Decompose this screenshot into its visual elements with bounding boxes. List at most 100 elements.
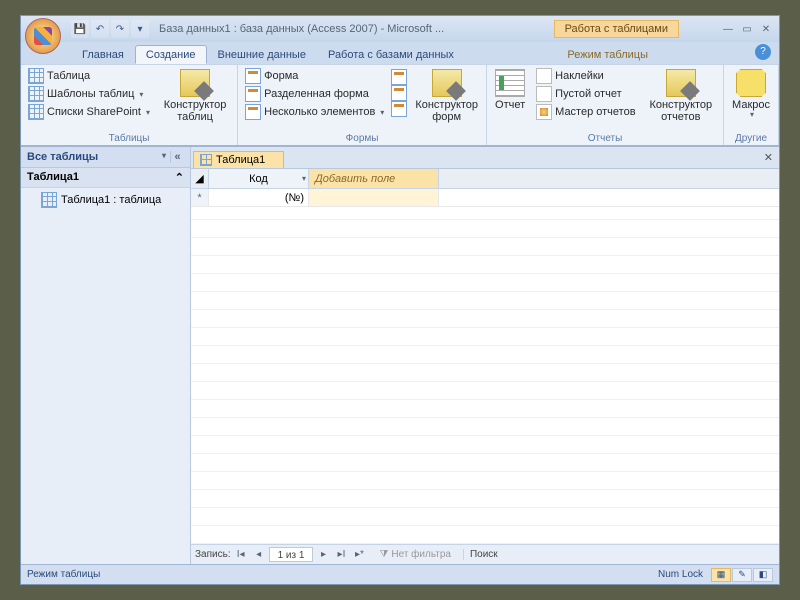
- save-icon[interactable]: 💾: [71, 20, 89, 38]
- record-label: Запись:: [195, 549, 231, 560]
- quick-access-toolbar: 💾 ↶ ↷ ▾: [71, 20, 149, 38]
- report-button[interactable]: Отчет: [491, 67, 529, 113]
- redo-icon[interactable]: ↷: [111, 20, 129, 38]
- form-button[interactable]: Форма: [242, 67, 387, 85]
- multi-items-icon: [245, 104, 261, 120]
- tab-database-tools[interactable]: Работа с базами данных: [317, 45, 465, 64]
- macro-icon: [736, 69, 766, 97]
- ribbon-tabs: Главная Создание Внешние данные Работа с…: [21, 42, 779, 64]
- report-designer-button[interactable]: Конструктор отчетов: [643, 67, 720, 125]
- document-tabs: Таблица1 ✕: [191, 147, 779, 169]
- table-button[interactable]: Таблица: [25, 67, 153, 85]
- labels-icon: [536, 68, 552, 84]
- qat-dropdown-icon[interactable]: ▾: [131, 20, 149, 38]
- nav-collapse-icon[interactable]: «: [170, 151, 184, 163]
- doc-tab-icon: [200, 154, 212, 166]
- tab-create[interactable]: Создание: [135, 45, 207, 64]
- column-header-id[interactable]: Код▾: [209, 169, 309, 188]
- cell-add-new[interactable]: [309, 189, 439, 206]
- form-extra-icon-3[interactable]: [391, 101, 407, 117]
- first-record-icon[interactable]: I◂: [233, 547, 249, 563]
- status-mode: Режим таблицы: [27, 569, 100, 580]
- report-wizard-button[interactable]: Мастер отчетов: [533, 103, 638, 121]
- sharepoint-lists-button[interactable]: Списки SharePoint▾: [25, 103, 153, 121]
- sharepoint-icon: [28, 104, 44, 120]
- tab-external-data[interactable]: Внешние данные: [207, 45, 317, 64]
- design-view-icon[interactable]: ✎: [732, 568, 752, 582]
- app-window: 💾 ↶ ↷ ▾ База данных1 : база данных (Acce…: [20, 15, 780, 585]
- row-selector-new[interactable]: *: [191, 189, 209, 206]
- group-reports: Отчет Наклейки Пустой отчет Мастер отчет…: [487, 65, 724, 145]
- minimize-icon[interactable]: —: [719, 22, 737, 36]
- help-icon[interactable]: ?: [755, 44, 771, 60]
- group-label-other: Другие: [728, 132, 774, 145]
- close-document-icon[interactable]: ✕: [764, 151, 773, 164]
- form-icon: [245, 68, 261, 84]
- navigation-pane: Все таблицы ▾« Таблица1 ⌃ Таблица1 : таб…: [21, 147, 191, 564]
- status-numlock: Num Lock: [658, 569, 703, 580]
- last-record-icon[interactable]: ▸I: [333, 547, 349, 563]
- blank-report-icon: [536, 86, 552, 102]
- contextual-tab-title: Работа с таблицами: [554, 20, 679, 38]
- form-designer-button[interactable]: Конструктор форм: [411, 67, 482, 125]
- ribbon: Таблица Шаблоны таблиц▾ Списки SharePoin…: [21, 64, 779, 146]
- group-other: Макрос▾ Другие: [724, 65, 779, 145]
- filter-indicator[interactable]: ⧩Нет фильтра: [379, 549, 451, 560]
- nav-item-table1[interactable]: Таблица1 : таблица: [21, 188, 190, 212]
- select-all-cell[interactable]: ◢: [191, 169, 209, 188]
- table-designer-icon: [180, 69, 210, 97]
- new-record-row[interactable]: * (№): [191, 189, 779, 207]
- content-area: Все таблицы ▾« Таблица1 ⌃ Таблица1 : таб…: [21, 146, 779, 564]
- main-area: Таблица1 ✕ ◢ Код▾ Добавить поле * (№) За…: [191, 147, 779, 564]
- table-templates-icon: [28, 86, 44, 102]
- report-designer-icon: [666, 69, 696, 97]
- table-templates-button[interactable]: Шаблоны таблиц▾: [25, 85, 153, 103]
- other-view-icon[interactable]: ◧: [753, 568, 773, 582]
- group-forms: Форма Разделенная форма Несколько элемен…: [238, 65, 487, 145]
- record-navigator: Запись: I◂ ◂ 1 из 1 ▸ ▸I ▸* ⧩Нет фильтра…: [191, 544, 779, 564]
- window-title: База данных1 : база данных (Access 2007)…: [159, 23, 554, 35]
- report-wizard-icon: [536, 104, 552, 120]
- nav-header[interactable]: Все таблицы ▾«: [21, 147, 190, 168]
- cell-id-new[interactable]: (№): [209, 189, 309, 206]
- macro-button[interactable]: Макрос▾: [728, 67, 774, 122]
- blank-report-button[interactable]: Пустой отчет: [533, 85, 638, 103]
- split-form-icon: [245, 86, 261, 102]
- filter-icon: ⧩: [379, 549, 388, 560]
- undo-icon[interactable]: ↶: [91, 20, 109, 38]
- group-tables: Таблица Шаблоны таблиц▾ Списки SharePoin…: [21, 65, 238, 145]
- record-position[interactable]: 1 из 1: [269, 547, 314, 562]
- labels-button[interactable]: Наклейки: [533, 67, 638, 85]
- multiple-items-button[interactable]: Несколько элементов▾: [242, 103, 387, 121]
- datasheet-header: ◢ Код▾ Добавить поле: [191, 169, 779, 189]
- nav-group-header[interactable]: Таблица1 ⌃: [21, 168, 190, 188]
- report-icon: [495, 69, 525, 97]
- search-box[interactable]: Поиск: [463, 549, 498, 560]
- nav-dropdown-icon[interactable]: ▾: [162, 151, 166, 163]
- document-tab-table1[interactable]: Таблица1: [193, 151, 284, 168]
- table-object-icon: [41, 192, 57, 208]
- empty-grid: [191, 207, 779, 544]
- restore-icon[interactable]: ▭: [738, 22, 756, 36]
- view-switcher: ▦ ✎ ◧: [711, 568, 773, 582]
- nav-group-collapse-icon[interactable]: ⌃: [175, 171, 184, 184]
- form-extra-icon-2[interactable]: [391, 85, 407, 101]
- close-window-icon[interactable]: ✕: [757, 22, 775, 36]
- group-label-tables: Таблицы: [25, 132, 233, 145]
- prev-record-icon[interactable]: ◂: [251, 547, 267, 563]
- datasheet[interactable]: ◢ Код▾ Добавить поле * (№): [191, 169, 779, 544]
- datasheet-view-icon[interactable]: ▦: [711, 568, 731, 582]
- table-icon: [28, 68, 44, 84]
- group-label-forms: Формы: [242, 132, 482, 145]
- tab-home[interactable]: Главная: [71, 45, 135, 64]
- office-button[interactable]: [25, 18, 61, 54]
- column-header-add-field[interactable]: Добавить поле: [309, 169, 439, 188]
- form-designer-icon: [432, 69, 462, 97]
- split-form-button[interactable]: Разделенная форма: [242, 85, 387, 103]
- table-designer-button[interactable]: Конструктор таблиц: [157, 67, 233, 125]
- new-record-icon[interactable]: ▸*: [351, 547, 367, 563]
- group-label-reports: Отчеты: [491, 132, 719, 145]
- next-record-icon[interactable]: ▸: [315, 547, 331, 563]
- form-extra-icon-1[interactable]: [391, 69, 407, 85]
- tab-datasheet-mode[interactable]: Режим таблицы: [556, 45, 659, 64]
